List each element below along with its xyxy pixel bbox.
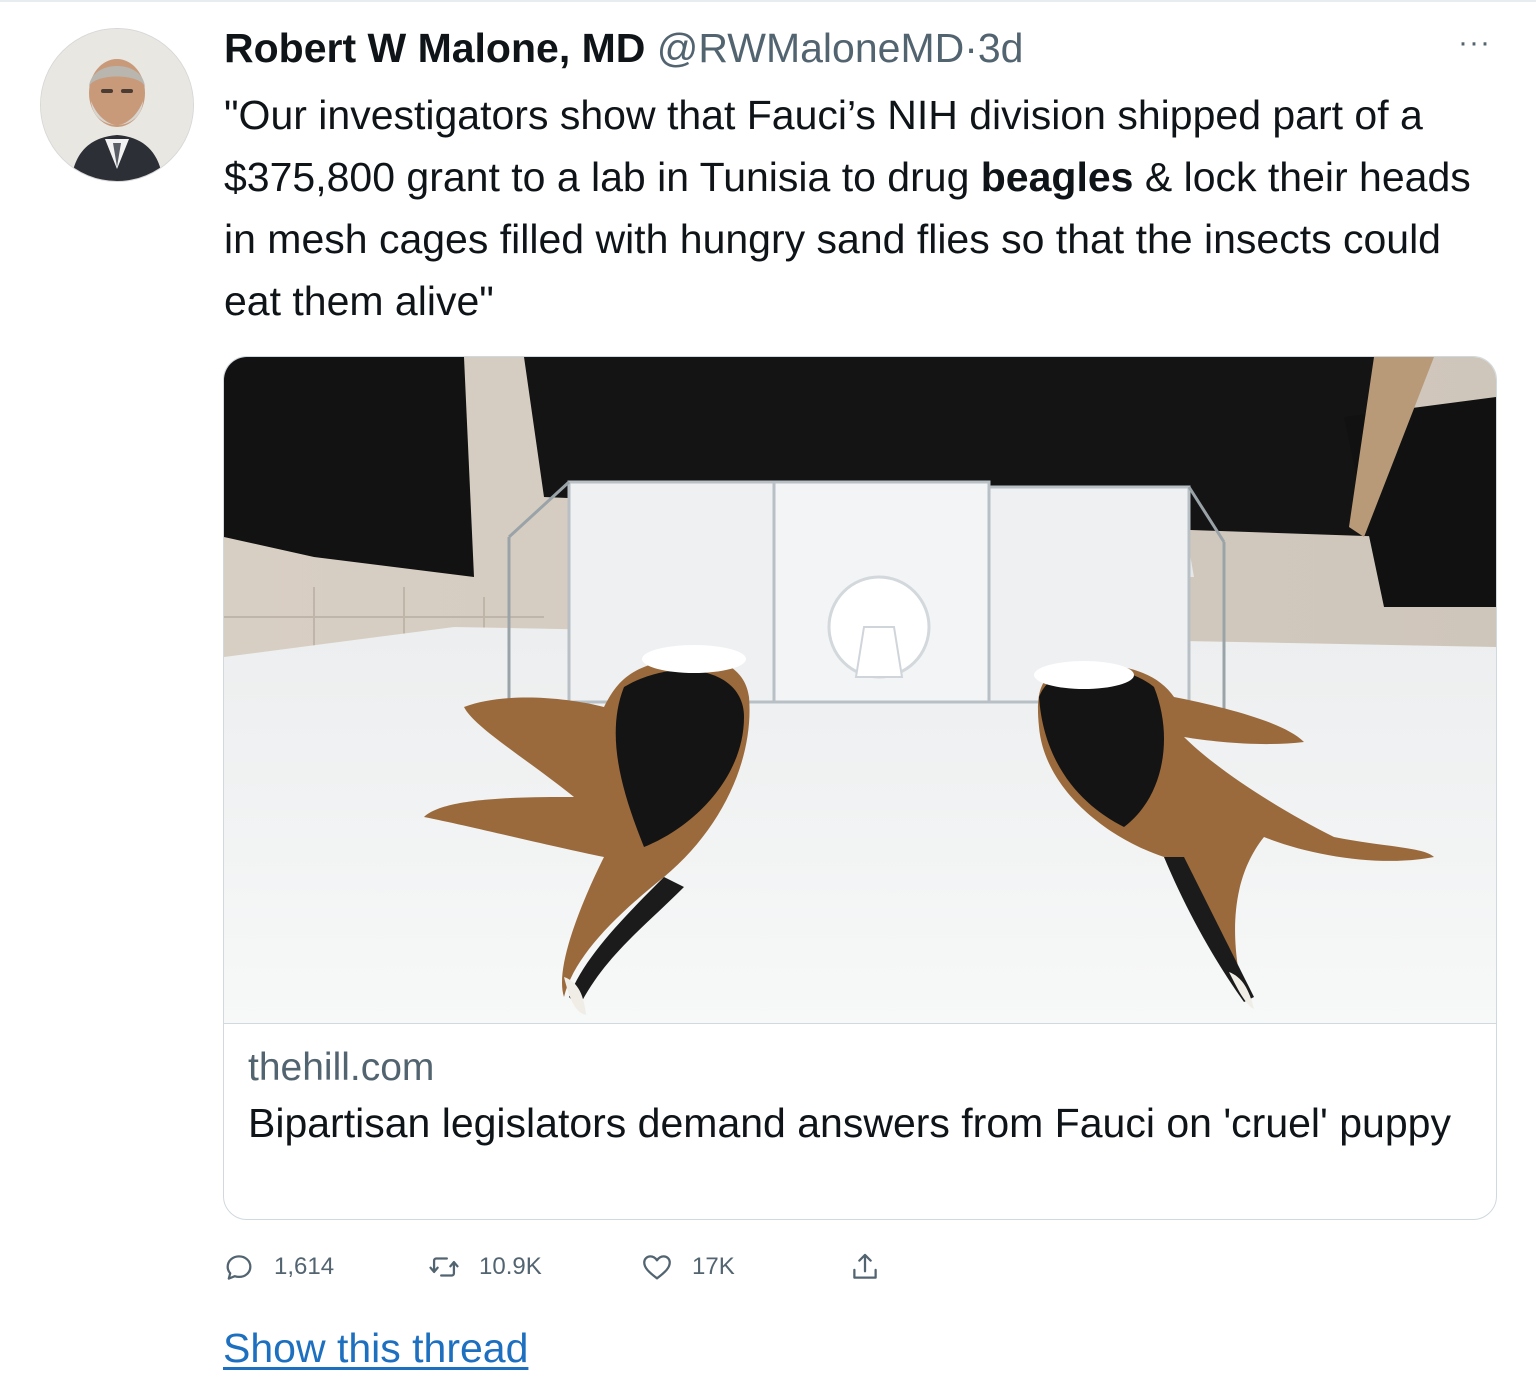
avatar[interactable]: [40, 28, 194, 182]
separator-dot: ·: [964, 25, 978, 71]
tweet-header: Robert W Malone, MD @RWMaloneMD·3d: [224, 22, 1023, 74]
heart-icon: [643, 1255, 671, 1280]
retweet-icon: [429, 1257, 459, 1277]
author-handle[interactable]: @RWMaloneMD: [657, 25, 964, 71]
card-domain[interactable]: thehill.com: [248, 1043, 434, 1093]
top-divider: [0, 0, 1536, 2]
card-image[interactable]: [224, 357, 1496, 1023]
reply-icon: [226, 1255, 252, 1280]
avatar-portrait: [41, 29, 193, 181]
tweet-text: "Our investigators show that Fauci’s NIH…: [224, 84, 1494, 332]
card-divider: [224, 1023, 1496, 1024]
reply-count: 1,614: [274, 1253, 335, 1280]
card-title[interactable]: Bipartisan legislators demand answers fr…: [248, 1097, 1468, 1149]
tweet-timestamp[interactable]: 3d: [978, 25, 1024, 71]
like-button[interactable]: 17K: [640, 1244, 735, 1290]
share-icon: [853, 1253, 877, 1279]
share-button[interactable]: [848, 1244, 882, 1290]
like-count: 17K: [692, 1253, 735, 1280]
more-options-icon[interactable]: ···: [1458, 28, 1491, 58]
retweet-button[interactable]: 10.9K: [427, 1244, 542, 1290]
retweet-count: 10.9K: [479, 1253, 542, 1280]
tweet-text-bold: beagles: [980, 154, 1134, 200]
show-thread-link[interactable]: Show this thread: [223, 1322, 528, 1374]
link-card[interactable]: thehill.com Bipartisan legislators deman…: [223, 356, 1497, 1220]
author-name[interactable]: Robert W Malone, MD: [224, 25, 645, 71]
reply-button[interactable]: 1,614: [222, 1244, 334, 1290]
